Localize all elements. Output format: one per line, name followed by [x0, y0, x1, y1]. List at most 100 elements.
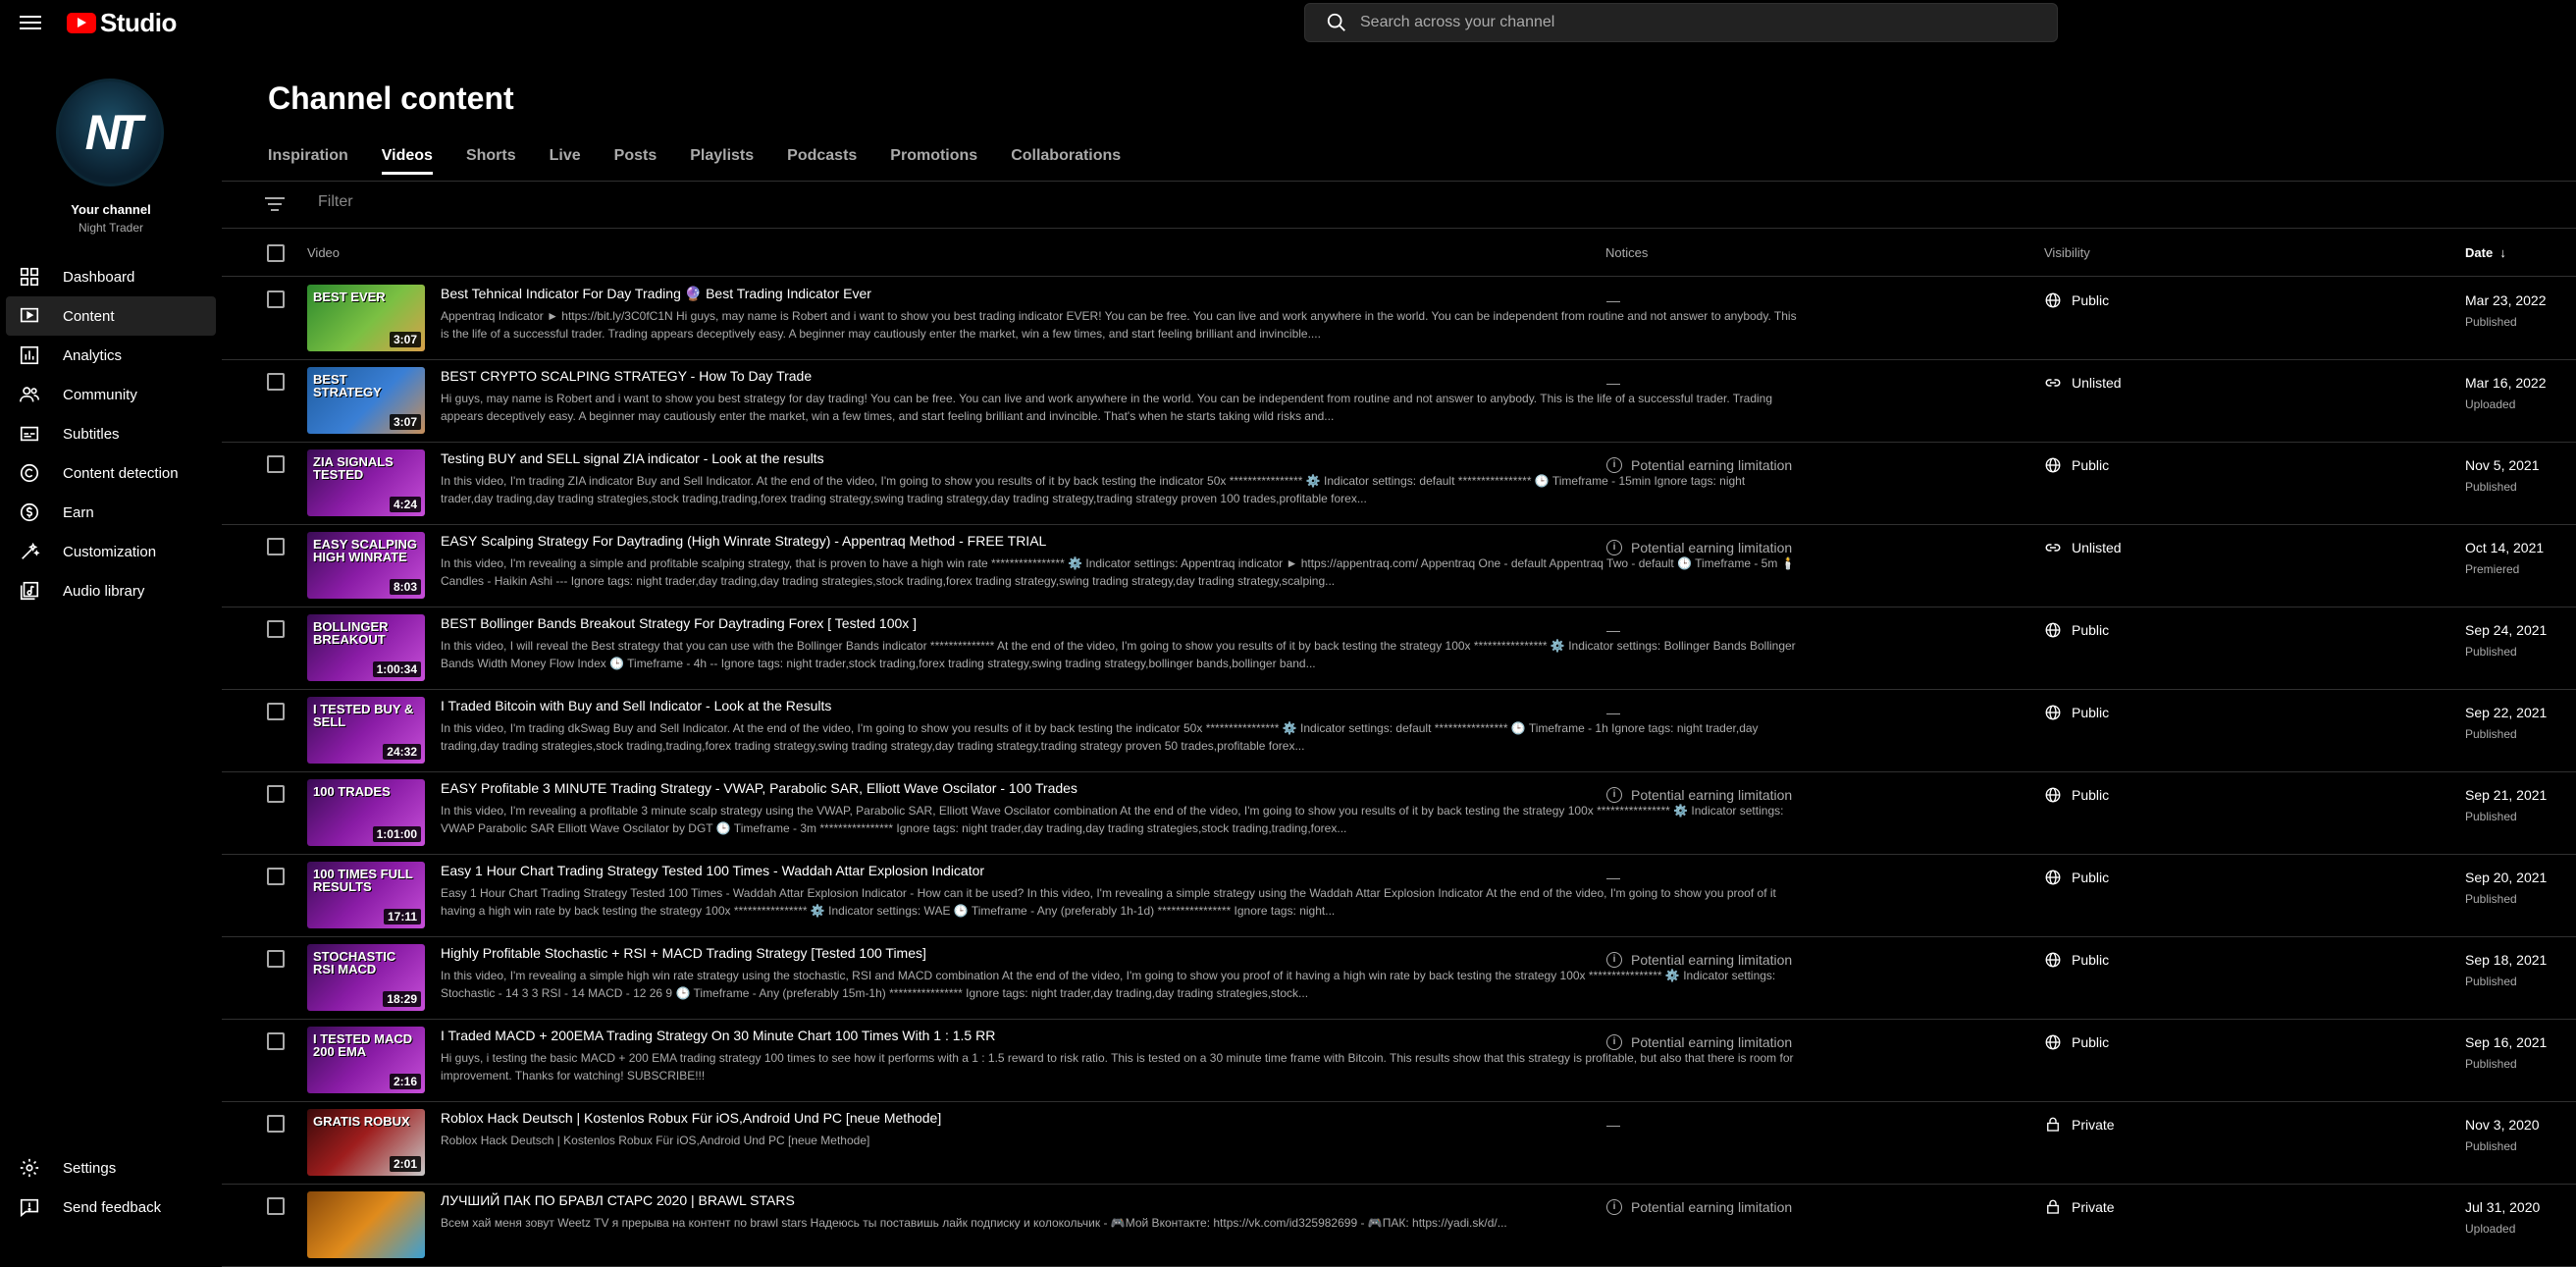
- table-row[interactable]: ZIA SIGNALS TESTED 4:24 Testing BUY and …: [222, 443, 2576, 525]
- table-row[interactable]: 100 TIMES FULL RESULTS 17:11 Easy 1 Hour…: [222, 855, 2576, 937]
- visibility-label: Public: [2072, 787, 2110, 803]
- sidebar-item-send-feedback[interactable]: Send feedback: [6, 1188, 216, 1227]
- visibility-cell[interactable]: Public: [2044, 291, 2109, 309]
- visibility-cell[interactable]: Public: [2044, 704, 2109, 721]
- tab-shorts[interactable]: Shorts: [466, 139, 516, 179]
- table-row[interactable]: I TESTED BUY & SELL 24:32 I Traded Bitco…: [222, 690, 2576, 772]
- table-row[interactable]: BEST EVER 3:07 Best Tehnical Indicator F…: [222, 278, 2576, 360]
- video-title[interactable]: ЛУЧШИЙ ПАК ПО БРАВЛ СТАРС 2020 | BRAWL S…: [441, 1192, 1795, 1208]
- row-checkbox[interactable]: [267, 1115, 285, 1133]
- video-thumbnail[interactable]: BEST STRATEGY 3:07: [307, 367, 425, 434]
- row-checkbox[interactable]: [267, 785, 285, 803]
- sidebar-item-audio-library[interactable]: Audio library: [6, 571, 216, 610]
- video-title[interactable]: Easy 1 Hour Chart Trading Strategy Teste…: [441, 863, 1795, 878]
- tab-posts[interactable]: Posts: [614, 139, 657, 179]
- video-title[interactable]: Testing BUY and SELL signal ZIA indicato…: [441, 450, 1795, 466]
- video-thumbnail[interactable]: ZIA SIGNALS TESTED 4:24: [307, 449, 425, 516]
- column-header-date[interactable]: Date ↓: [2465, 245, 2506, 260]
- notice-cell[interactable]: i Potential earning limitation: [1606, 787, 1792, 803]
- info-icon: i: [1606, 787, 1622, 803]
- video-title[interactable]: Highly Profitable Stochastic + RSI + MAC…: [441, 945, 1795, 961]
- sidebar-item-subtitles[interactable]: Subtitles: [6, 414, 216, 453]
- row-checkbox[interactable]: [267, 620, 285, 638]
- notice-cell[interactable]: i Potential earning limitation: [1606, 1199, 1792, 1215]
- table-row[interactable]: GRATIS ROBUX 2:01 Roblox Hack Deutsch | …: [222, 1102, 2576, 1185]
- row-checkbox[interactable]: [267, 1197, 285, 1215]
- row-checkbox[interactable]: [267, 373, 285, 391]
- select-all-checkbox[interactable]: [267, 244, 285, 262]
- visibility-cell[interactable]: Public: [2044, 1033, 2109, 1051]
- row-checkbox[interactable]: [267, 455, 285, 473]
- notice-text: —: [1606, 292, 1620, 308]
- video-title[interactable]: Roblox Hack Deutsch | Kostenlos Robux Fü…: [441, 1110, 1795, 1126]
- video-title[interactable]: EASY Profitable 3 MINUTE Trading Strateg…: [441, 780, 1795, 796]
- video-thumbnail[interactable]: I TESTED BUY & SELL 24:32: [307, 697, 425, 764]
- notice-text: —: [1606, 1117, 1620, 1133]
- table-row[interactable]: ЛУЧШИЙ ПАК ПО БРАВЛ СТАРС 2020 | BRAWL S…: [222, 1185, 2576, 1267]
- tab-videos[interactable]: Videos: [381, 139, 434, 179]
- video-title[interactable]: EASY Scalping Strategy For Daytrading (H…: [441, 533, 1795, 549]
- row-checkbox[interactable]: [267, 703, 285, 720]
- row-checkbox[interactable]: [267, 290, 285, 308]
- filter-input[interactable]: [318, 193, 907, 211]
- tab-live[interactable]: Live: [550, 139, 581, 179]
- row-checkbox[interactable]: [267, 868, 285, 885]
- video-thumbnail[interactable]: BOLLINGER BREAKOUT 1:00:34: [307, 614, 425, 681]
- notice-cell[interactable]: i Potential earning limitation: [1606, 1034, 1792, 1050]
- table-row[interactable]: BEST STRATEGY 3:07 BEST CRYPTO SCALPING …: [222, 360, 2576, 443]
- video-thumbnail[interactable]: 100 TIMES FULL RESULTS 17:11: [307, 862, 425, 928]
- table-row[interactable]: BOLLINGER BREAKOUT 1:00:34 BEST Bollinge…: [222, 607, 2576, 690]
- studio-logo[interactable]: Studio: [67, 8, 177, 38]
- visibility-cell[interactable]: Private: [2044, 1198, 2115, 1216]
- table-row[interactable]: STOCHASTIC RSI MACD 18:29 Highly Profita…: [222, 937, 2576, 1020]
- filter-icon[interactable]: [265, 197, 285, 213]
- sidebar-item-customization[interactable]: Customization: [6, 532, 216, 571]
- tab-promotions[interactable]: Promotions: [890, 139, 977, 179]
- notice-cell[interactable]: i Potential earning limitation: [1606, 540, 1792, 555]
- video-thumbnail[interactable]: 100 TRADES 1:01:00: [307, 779, 425, 846]
- tab-inspiration[interactable]: Inspiration: [268, 139, 348, 179]
- visibility-cell[interactable]: Unlisted: [2044, 539, 2122, 556]
- tab-collaborations[interactable]: Collaborations: [1011, 139, 1121, 179]
- search-box[interactable]: [1304, 3, 2058, 42]
- tab-podcasts[interactable]: Podcasts: [787, 139, 857, 179]
- video-thumbnail[interactable]: GRATIS ROBUX 2:01: [307, 1109, 425, 1176]
- tab-playlists[interactable]: Playlists: [690, 139, 754, 179]
- row-checkbox[interactable]: [267, 538, 285, 555]
- video-thumbnail[interactable]: [307, 1191, 425, 1258]
- video-title[interactable]: I Traded MACD + 200EMA Trading Strategy …: [441, 1028, 1795, 1043]
- visibility-cell[interactable]: Public: [2044, 621, 2109, 639]
- video-thumbnail[interactable]: I TESTED MACD 200 EMA 2:16: [307, 1027, 425, 1093]
- search-input[interactable]: [1360, 14, 2027, 31]
- notice-cell[interactable]: i Potential earning limitation: [1606, 457, 1792, 473]
- sidebar-item-settings[interactable]: Settings: [6, 1148, 216, 1188]
- sidebar-item-community[interactable]: Community: [6, 375, 216, 414]
- table-row[interactable]: 100 TRADES 1:01:00 EASY Profitable 3 MIN…: [222, 772, 2576, 855]
- video-title[interactable]: Best Tehnical Indicator For Day Trading …: [441, 286, 1795, 302]
- visibility-cell[interactable]: Public: [2044, 456, 2109, 474]
- video-thumbnail[interactable]: STOCHASTIC RSI MACD 18:29: [307, 944, 425, 1011]
- visibility-cell[interactable]: Public: [2044, 869, 2109, 886]
- row-checkbox[interactable]: [267, 950, 285, 968]
- visibility-cell[interactable]: Private: [2044, 1116, 2115, 1134]
- table-row[interactable]: I TESTED MACD 200 EMA 2:16 I Traded MACD…: [222, 1020, 2576, 1102]
- video-thumbnail[interactable]: BEST EVER 3:07: [307, 285, 425, 351]
- visibility-cell[interactable]: Unlisted: [2044, 374, 2122, 392]
- thumbnail-text: BEST EVER: [313, 290, 386, 304]
- video-title[interactable]: I Traded Bitcoin with Buy and Sell Indic…: [441, 698, 1795, 713]
- video-thumbnail[interactable]: EASY SCALPING HIGH WINRATE 8:03: [307, 532, 425, 599]
- notice-cell[interactable]: i Potential earning limitation: [1606, 952, 1792, 968]
- channel-avatar[interactable]: NT: [56, 79, 164, 186]
- video-title[interactable]: BEST Bollinger Bands Breakout Strategy F…: [441, 615, 1795, 631]
- sidebar-item-content[interactable]: Content: [6, 296, 216, 336]
- sidebar-item-analytics[interactable]: Analytics: [6, 336, 216, 375]
- video-title[interactable]: BEST CRYPTO SCALPING STRATEGY - How To D…: [441, 368, 1795, 384]
- sidebar-item-dashboard[interactable]: Dashboard: [6, 257, 216, 296]
- menu-icon[interactable]: [20, 12, 41, 33]
- sidebar-item-content-detection[interactable]: Content detection: [6, 453, 216, 493]
- visibility-cell[interactable]: Public: [2044, 786, 2109, 804]
- row-checkbox[interactable]: [267, 1032, 285, 1050]
- sidebar-item-earn[interactable]: Earn: [6, 493, 216, 532]
- table-row[interactable]: EASY SCALPING HIGH WINRATE 8:03 EASY Sca…: [222, 525, 2576, 607]
- visibility-cell[interactable]: Public: [2044, 951, 2109, 969]
